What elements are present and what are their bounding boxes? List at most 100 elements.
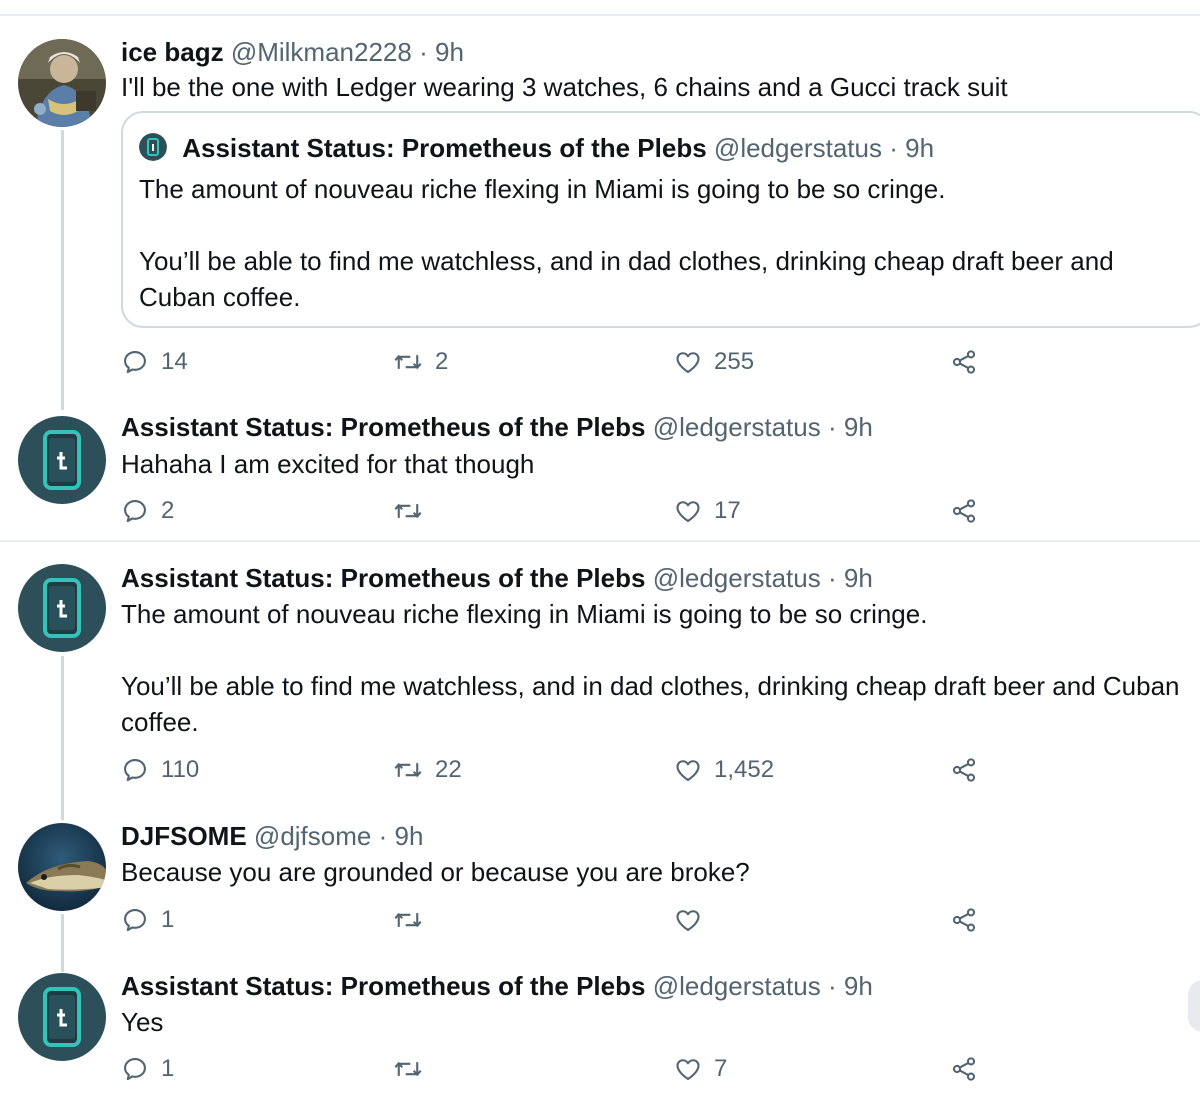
- conversation-divider: [0, 540, 1200, 542]
- timestamp[interactable]: 9h: [435, 37, 464, 67]
- share-icon: [950, 756, 978, 784]
- retweet-icon: [393, 756, 423, 784]
- retweet-button[interactable]: 22: [393, 754, 462, 786]
- share-icon: [950, 348, 978, 376]
- tweet-paragraph: The amount of nouveau riche flexing in M…: [121, 599, 928, 629]
- display-name[interactable]: Assistant Status: Prometheus of the Pleb…: [121, 563, 645, 593]
- tweet-header: Assistant Status: Prometheus of the Pleb…: [121, 969, 873, 1003]
- separator-dot: ·: [378, 821, 388, 851]
- tweet-header: Assistant Status: Prometheus of the Pleb…: [121, 410, 873, 444]
- retweet-icon: [393, 348, 423, 376]
- quoted-avatar: [139, 133, 167, 161]
- reply-button[interactable]: 1: [121, 904, 174, 936]
- share-button[interactable]: [950, 904, 978, 936]
- retweet-icon: [393, 497, 423, 525]
- tweet-paragraph: I'll be the one with Ledger wearing 3 wa…: [121, 72, 1008, 102]
- timestamp[interactable]: 9h: [395, 821, 424, 851]
- like-count: 7: [714, 1055, 728, 1082]
- share-button[interactable]: [950, 1053, 978, 1085]
- timestamp[interactable]: 9h: [905, 133, 934, 163]
- avatar-djfsome[interactable]: [18, 823, 106, 911]
- tweet-paragraph: Because you are grounded or because you …: [121, 857, 750, 887]
- thread-line: [61, 914, 64, 972]
- tweet-text: The amount of nouveau riche flexing in M…: [121, 596, 1191, 740]
- reply-icon: [121, 497, 149, 525]
- tweet-text: Hahaha I am excited for that though: [121, 446, 1181, 482]
- user-handle[interactable]: @Milkman2228: [231, 37, 412, 67]
- thread-line: [61, 656, 64, 820]
- display-name[interactable]: ice bagz: [121, 37, 224, 67]
- separator-dot: ·: [889, 133, 898, 163]
- separator-dot: ·: [827, 563, 837, 593]
- timestamp[interactable]: 9h: [844, 563, 873, 593]
- retweet-count: 2: [435, 348, 449, 375]
- reply-count: 110: [161, 756, 200, 783]
- reply-icon: [121, 906, 149, 934]
- like-icon: [674, 1055, 702, 1083]
- retweet-icon: [393, 906, 423, 934]
- display-name[interactable]: Assistant Status: Prometheus of the Pleb…: [182, 133, 706, 163]
- like-icon: [674, 348, 702, 376]
- tweet-header: ice bagz @Milkman2228 · 9h: [121, 35, 464, 69]
- reply-icon: [121, 756, 149, 784]
- quoted-tweet[interactable]: Assistant Status: Prometheus of the Pleb…: [121, 111, 1200, 328]
- like-button[interactable]: 17: [674, 495, 741, 527]
- like-count: 1,452: [714, 756, 775, 783]
- like-button[interactable]: 7: [674, 1053, 727, 1085]
- quoted-tweet-header: Assistant Status: Prometheus of the Pleb…: [139, 131, 934, 165]
- avatar-ledgerstatus[interactable]: [18, 564, 106, 652]
- tweet-header: DJFSOME @djfsome · 9h: [121, 819, 423, 853]
- retweet-button[interactable]: [393, 1053, 423, 1085]
- tweet-header: Assistant Status: Prometheus of the Pleb…: [121, 561, 873, 595]
- like-button[interactable]: [674, 904, 702, 936]
- reply-count: 1: [161, 906, 175, 933]
- reply-button[interactable]: 110: [121, 754, 199, 786]
- reply-count: 14: [161, 348, 188, 375]
- share-icon: [950, 1055, 978, 1083]
- scrollbar-handle[interactable]: [1188, 980, 1200, 1032]
- tweet-text: I'll be the one with Ledger wearing 3 wa…: [121, 69, 1181, 105]
- user-handle[interactable]: @ledgerstatus: [653, 971, 821, 1001]
- display-name[interactable]: DJFSOME: [121, 821, 247, 851]
- user-handle[interactable]: @djfsome: [254, 821, 371, 851]
- share-button[interactable]: [950, 495, 978, 527]
- tweet-paragraph: Hahaha I am excited for that though: [121, 449, 535, 479]
- tweet-paragraph: Yes: [121, 1007, 164, 1037]
- retweet-button[interactable]: 2: [393, 346, 448, 378]
- share-button[interactable]: [950, 346, 978, 378]
- avatar-ice-bagz[interactable]: [18, 39, 106, 127]
- avatar-ledgerstatus[interactable]: [18, 416, 106, 504]
- tweet-paragraph: You’ll be able to find me watchless, and…: [139, 246, 1114, 312]
- tweet-text: Yes: [121, 1004, 1181, 1040]
- reply-icon: [121, 348, 149, 376]
- like-button[interactable]: 255: [674, 346, 754, 378]
- separator-dot: ·: [827, 971, 837, 1001]
- separator-dot: ·: [419, 37, 428, 67]
- like-button[interactable]: 1,452: [674, 754, 774, 786]
- top-divider: [0, 14, 1200, 16]
- share-icon: [950, 906, 978, 934]
- like-icon: [674, 497, 702, 525]
- retweet-icon: [393, 1055, 423, 1083]
- like-icon: [674, 906, 702, 934]
- reply-count: 2: [161, 497, 175, 524]
- user-handle[interactable]: @ledgerstatus: [714, 133, 882, 163]
- like-icon: [674, 756, 702, 784]
- reply-button[interactable]: 14: [121, 346, 188, 378]
- quoted-tweet-text: The amount of nouveau riche flexing in M…: [139, 171, 1189, 315]
- display-name[interactable]: Assistant Status: Prometheus of the Pleb…: [121, 412, 645, 442]
- reply-button[interactable]: 1: [121, 1053, 174, 1085]
- share-button[interactable]: [950, 754, 978, 786]
- retweet-button[interactable]: [393, 904, 423, 936]
- share-icon: [950, 497, 978, 525]
- display-name[interactable]: Assistant Status: Prometheus of the Pleb…: [121, 971, 645, 1001]
- like-count: 255: [714, 348, 755, 375]
- retweet-button[interactable]: [393, 495, 423, 527]
- timestamp[interactable]: 9h: [844, 412, 873, 442]
- reply-button[interactable]: 2: [121, 495, 174, 527]
- user-handle[interactable]: @ledgerstatus: [653, 563, 821, 593]
- separator-dot: ·: [827, 412, 837, 442]
- avatar-ledgerstatus[interactable]: [18, 973, 106, 1061]
- timestamp[interactable]: 9h: [844, 971, 873, 1001]
- user-handle[interactable]: @ledgerstatus: [653, 412, 821, 442]
